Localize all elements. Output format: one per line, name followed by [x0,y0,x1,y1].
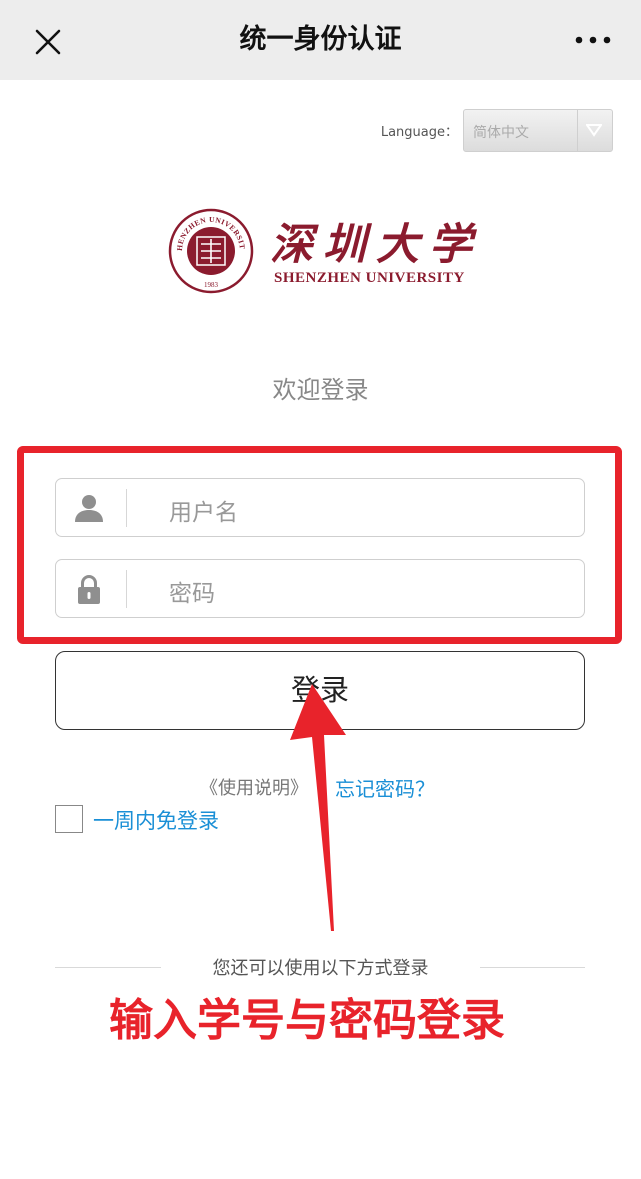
alternative-login-text: 您还可以使用以下方式登录 [212,958,429,979]
lock-icon [78,575,100,604]
user-icon [75,495,103,522]
password-field[interactable]: 密码 [55,559,585,618]
annotation-caption: 输入学号与密码登录 [109,995,505,1046]
more-dots-icon[interactable] [573,33,613,47]
usage-guide-link[interactable]: 《使用说明》 [200,774,308,800]
university-name-en: SHENZHEN UNIVERSITY [274,270,465,286]
language-select[interactable]: 简体中文 [463,109,613,152]
username-field[interactable]: 用户名 [55,478,585,537]
username-placeholder: 用户名 [169,500,238,526]
field-divider [126,570,127,608]
remember-me-checkbox[interactable] [55,805,83,833]
chevron-down-icon [586,124,602,137]
university-seal-logo: SHENZHEN UNIVERSITY 1983 [168,208,254,294]
remember-me-label[interactable]: 一周内免登录 [93,805,219,835]
field-divider [126,489,127,527]
login-button[interactable]: 登录 [55,651,585,730]
language-select-divider [577,110,578,151]
language-selected-value: 简体中文 [473,125,529,141]
top-bar: 统一身份认证 [0,0,641,80]
password-placeholder: 密码 [169,581,215,607]
language-label: Language： [380,125,458,140]
welcome-heading: 欢迎登录 [272,376,369,404]
svg-text:1983: 1983 [204,281,219,289]
page-title: 统一身份认证 [239,24,402,55]
university-name-cn: 深圳大学 [270,220,482,270]
forgot-password-link[interactable]: 忘记密码？ [335,773,435,802]
